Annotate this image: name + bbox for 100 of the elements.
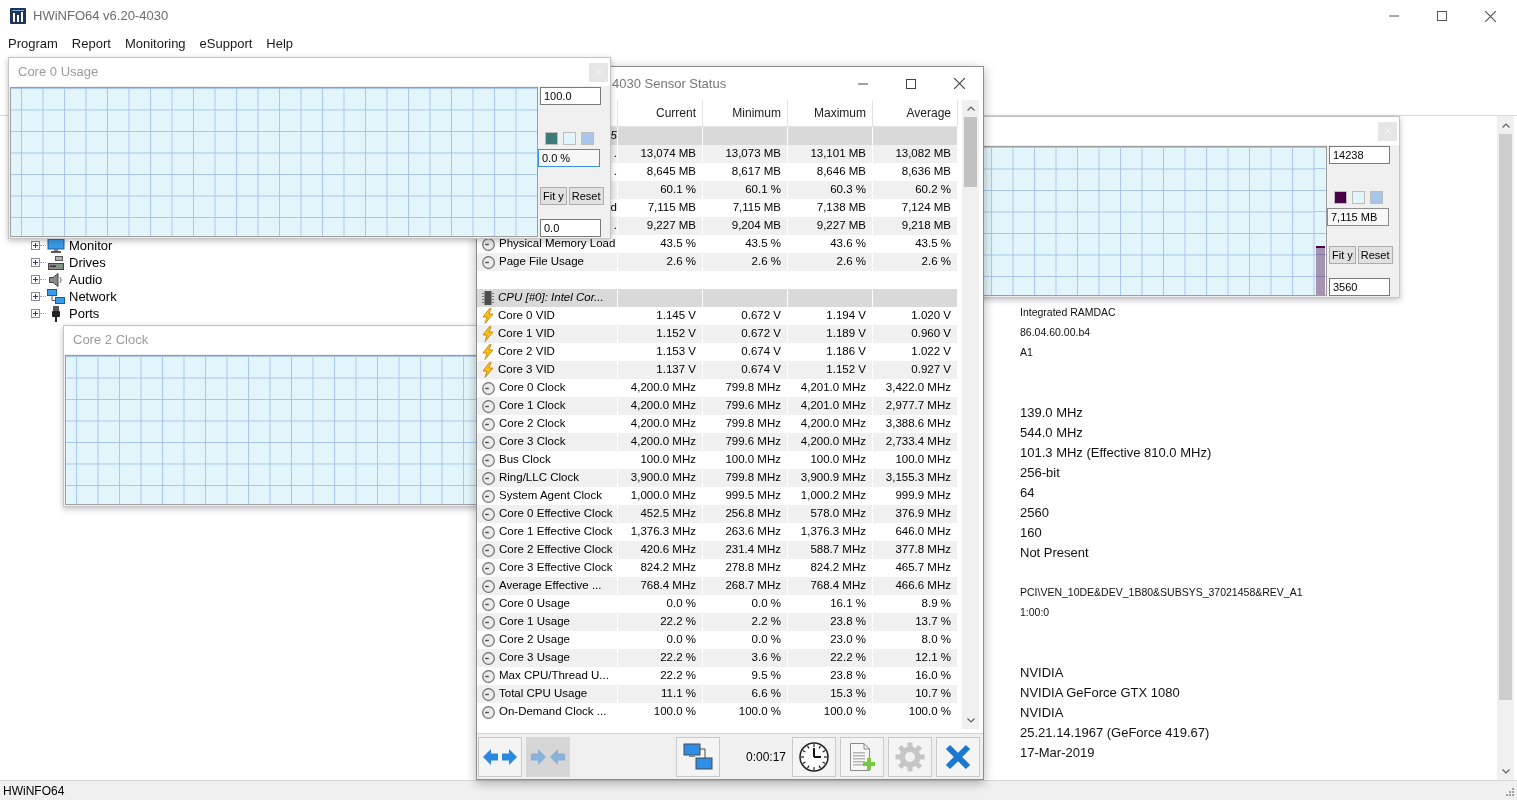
minus-circle-icon: [482, 417, 495, 431]
minus-circle-icon: [482, 489, 495, 503]
detail-value: A1: [1020, 345, 1033, 361]
sensor-name: Core 2 VID: [498, 344, 555, 360]
sensor-name: Total CPU Usage: [499, 686, 588, 702]
sensor-name: Core 3 VID: [498, 362, 555, 378]
lower-limit-field[interactable]: 0.0: [540, 219, 601, 237]
chevron-up-icon: [966, 106, 975, 111]
document-plus-icon: [849, 741, 875, 772]
minus-circle-icon: [482, 381, 495, 395]
minus-circle-icon: [482, 597, 495, 611]
minus-circle-icon: [482, 561, 495, 575]
sensor-name: Ring/LLC Clock: [499, 470, 579, 486]
detail-value: PCI\VEN_10DE&DEV_1B80&SUBSYS_37021458&REV_A1: [1020, 585, 1303, 601]
reset-button[interactable]: Reset: [1357, 246, 1393, 264]
sensor-name: .: [613, 146, 617, 162]
upper-limit-field[interactable]: 14238: [1329, 146, 1390, 164]
reset-button[interactable]: Reset: [568, 187, 604, 205]
expand-button[interactable]: [478, 736, 522, 777]
lightning-icon: [482, 308, 494, 324]
sensor-name: Core 2 Effective Clock: [499, 542, 613, 558]
plus-box-icon[interactable]: [31, 275, 40, 284]
swatch-icon[interactable]: [563, 132, 576, 145]
menu-item[interactable]: Report: [64, 32, 118, 55]
reading-field[interactable]: 0.0 %: [538, 149, 600, 167]
monitor-icon: [47, 237, 65, 254]
menu-item[interactable]: Monitoring: [117, 32, 193, 55]
reading-field[interactable]: 7,115 MB: [1327, 208, 1389, 226]
column-header[interactable]: Average: [873, 100, 958, 126]
chevron-down-icon: [966, 718, 975, 723]
scrollbar[interactable]: [1497, 116, 1514, 780]
column-header[interactable]: Current: [618, 100, 703, 126]
detail-value: 101.3 MHz (Effective 810.0 MHz): [1020, 444, 1212, 463]
maximize-icon: [906, 78, 916, 89]
menu-item[interactable]: eSupport: [192, 32, 260, 55]
sensor-name: Core 3 Usage: [499, 650, 570, 666]
menu-item[interactable]: Help: [259, 32, 301, 55]
hard-drive-icon: [47, 254, 65, 271]
chevron-down-icon: [1501, 768, 1510, 774]
column-header[interactable]: Minimum: [703, 100, 788, 126]
window-title: Core 0 Usage: [18, 63, 99, 82]
group-label: CPU [#0]: Intel Cor...: [498, 290, 604, 306]
value-cell: 100.0 %: [703, 703, 788, 721]
plus-box-icon[interactable]: [31, 258, 40, 267]
swatch-icon[interactable]: [545, 132, 558, 145]
menu-item[interactable]: Program: [1, 32, 65, 55]
fit-button[interactable]: Fit y: [1329, 246, 1356, 264]
scrollbar[interactable]: [962, 100, 979, 729]
scrollbar-thumb[interactable]: [964, 117, 977, 187]
sensor-name: Core 2 Clock: [499, 416, 566, 432]
sensor-name: Core 1 Effective Clock: [499, 524, 613, 540]
plus-box-icon[interactable]: [31, 292, 40, 301]
sensor-name: Physical Memory Load: [499, 236, 616, 252]
sensor-name: Max CPU/Thread U...: [499, 668, 609, 684]
minus-circle-icon: [482, 453, 495, 467]
detail-value: 2560: [1020, 504, 1049, 523]
minus-circle-icon: [482, 669, 495, 683]
detail-value: 256-bit: [1020, 464, 1060, 483]
swatch-icon[interactable]: [1370, 191, 1383, 204]
minus-circle-icon: [482, 705, 495, 719]
sensor-name: Core 0 Effective Clock: [499, 506, 613, 522]
detail-value: NVIDIA: [1020, 704, 1064, 723]
sensor-name: Core 0 Usage: [499, 596, 570, 612]
lower-limit-field[interactable]: 3560: [1329, 278, 1390, 296]
detail-value: NVIDIA GeForce GTX 1080: [1020, 684, 1180, 703]
detail-value: NVIDIA: [1020, 664, 1064, 683]
chip-icon: [482, 290, 494, 306]
fit-button[interactable]: Fit y: [540, 187, 567, 205]
swatch-icon[interactable]: [581, 132, 594, 145]
sensor-name: Page File Usage: [499, 254, 585, 270]
swatch-icon[interactable]: [1352, 191, 1365, 204]
window-title: HWiNFO64 v6.20-4030: [33, 7, 169, 26]
sensor-name: d: [610, 200, 617, 216]
minus-circle-icon: [482, 525, 495, 539]
network-button[interactable]: [675, 736, 720, 777]
window-title: Core 2 Clock: [73, 331, 149, 350]
sensor-name: Core 1 VID: [498, 326, 555, 342]
settings-icon: [895, 741, 925, 772]
resize-grip-icon: [1504, 785, 1514, 796]
upper-limit-field[interactable]: 100.0: [540, 87, 601, 105]
close-icon: [945, 743, 971, 770]
clock-button[interactable]: [792, 736, 836, 777]
scrollbar-thumb[interactable]: [1499, 134, 1512, 700]
sensor-name: Core 0 Clock: [499, 380, 566, 396]
plus-box-icon[interactable]: [31, 309, 40, 318]
sensor-name: Average Effective ...: [499, 578, 602, 594]
window-title: 4030 Sensor Status: [612, 74, 727, 93]
speaker-icon: [48, 271, 64, 288]
sensor-name: Core 1 Clock: [499, 398, 566, 414]
detail-value: 160: [1020, 524, 1042, 543]
plug-icon: [50, 305, 62, 322]
detail-value: 544.0 MHz: [1020, 424, 1083, 443]
close-button[interactable]: [936, 736, 980, 777]
close-icon: [1484, 10, 1496, 22]
swatch-icon[interactable]: [1334, 191, 1347, 204]
lightning-icon: [482, 362, 494, 378]
column-header[interactable]: Maximum: [788, 100, 873, 126]
sensor-name: Core 0 VID: [498, 308, 555, 324]
sensor-name: Core 3 Effective Clock: [499, 560, 613, 576]
plus-box-icon[interactable]: [31, 241, 40, 250]
